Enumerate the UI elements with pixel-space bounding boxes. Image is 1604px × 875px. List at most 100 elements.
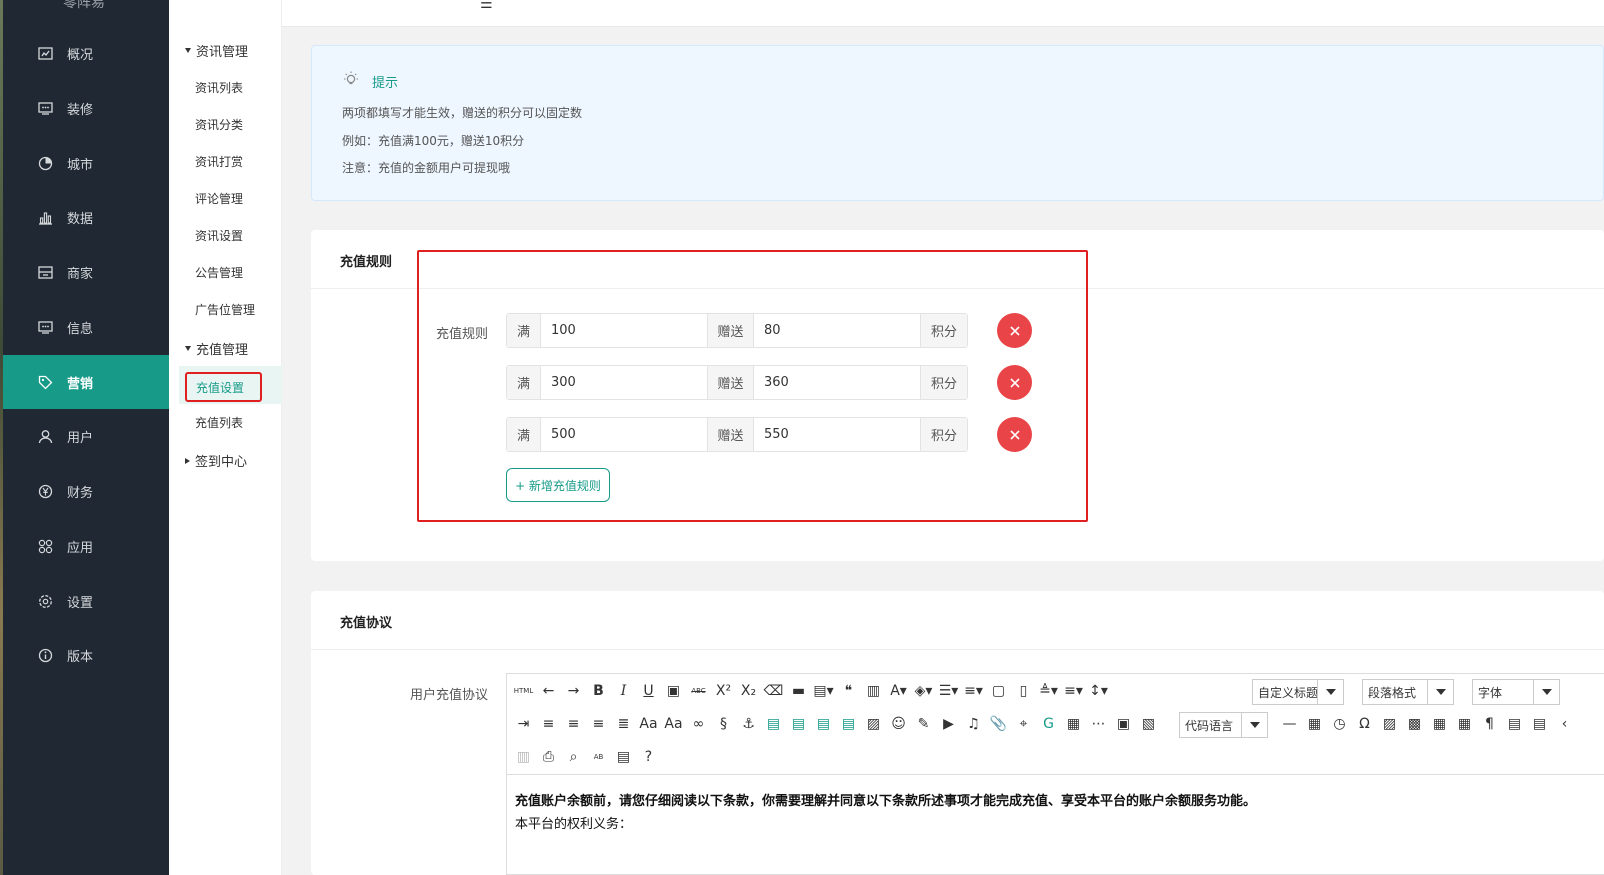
font-border-icon[interactable]: ▣ — [661, 680, 686, 702]
nav-item-decorate[interactable]: 装修 — [3, 81, 169, 135]
nav-item-data[interactable]: 数据 — [3, 190, 169, 244]
background-icon[interactable]: ▧ — [1136, 713, 1161, 735]
scrawl-icon[interactable]: ✎ — [911, 713, 936, 735]
image-left-icon[interactable]: ▤ — [786, 713, 811, 735]
print-icon[interactable]: ⎙ — [536, 746, 561, 768]
help-icon[interactable]: ? — [636, 746, 661, 768]
time-icon[interactable]: ◷ — [1327, 713, 1352, 735]
align-left-icon[interactable]: ≡ — [536, 713, 561, 735]
page-break-icon[interactable]: ⋯ — [1086, 713, 1111, 735]
attachment-icon[interactable]: 📎 — [986, 713, 1011, 735]
delete-table-icon[interactable]: ▦ — [1452, 713, 1477, 735]
undo-icon[interactable]: ← — [536, 680, 561, 702]
nav-item-city[interactable]: 城市 — [3, 136, 169, 190]
chart-icon[interactable]: ▥ — [511, 746, 536, 768]
unordered-list-icon[interactable]: ≡▾ — [961, 680, 986, 702]
paragraph-format-select[interactable]: 段落格式 — [1362, 679, 1454, 705]
ordered-list-icon[interactable]: ☰▾ — [936, 680, 961, 702]
submenu-item-notices[interactable]: 公告管理 — [195, 264, 243, 281]
select-all-icon[interactable]: ▢ — [986, 680, 1011, 702]
special-chars-icon[interactable]: Ω — [1352, 713, 1377, 735]
blockquote-icon[interactable]: ❝ — [836, 680, 861, 702]
paste-plain-icon[interactable]: ▥ — [861, 680, 886, 702]
superscript-icon[interactable]: X² — [711, 680, 736, 702]
submenu-item-comments[interactable]: 评论管理 — [195, 190, 243, 207]
align-justify-icon[interactable]: ≣ — [611, 713, 636, 735]
nav-item-apps[interactable]: 应用 — [3, 519, 169, 573]
align-center-icon[interactable]: ≡ — [561, 713, 586, 735]
drafts-icon[interactable]: ▤ — [611, 746, 636, 768]
spellcheck-icon[interactable]: AB — [586, 746, 611, 768]
insert-frame-icon[interactable]: ▦ — [1061, 713, 1086, 735]
eraser-icon[interactable]: ⌫ — [761, 680, 786, 702]
nav-item-info[interactable]: 信息 — [3, 300, 169, 354]
rich-text-editor[interactable]: HTML ← → B I U ▣ ABC X² X₂ ⌫ ▬ ▤▾ ❝ ▥ A▾… — [506, 673, 1604, 875]
submenu-group-recharge[interactable]: 充值管理 — [185, 339, 248, 358]
emoji-icon[interactable]: ☺ — [886, 713, 911, 735]
auto-typeset-icon[interactable]: ▤▾ — [811, 680, 836, 702]
clear-doc-icon[interactable]: ▯ — [1011, 680, 1036, 702]
insert-video-icon[interactable]: ▶ — [936, 713, 961, 735]
format-painter-icon[interactable]: ▬ — [786, 680, 811, 702]
preview-icon[interactable]: ⌕ — [561, 746, 586, 768]
map-icon[interactable]: ⌖ — [1011, 713, 1036, 735]
image-none-icon[interactable]: ▤ — [761, 713, 786, 735]
custom-title-select[interactable]: 自定义标题 — [1252, 679, 1344, 705]
insert-paragraph-icon[interactable]: ¶ — [1477, 713, 1502, 735]
redo-icon[interactable]: → — [561, 680, 586, 702]
nav-item-marketing[interactable]: 营销 — [3, 355, 169, 409]
bold-icon[interactable]: B — [586, 680, 611, 702]
font-family-select[interactable]: 字体 — [1472, 679, 1560, 705]
row-spacing-top-icon[interactable]: ≜▾ — [1036, 680, 1061, 702]
horizontal-rule-icon[interactable]: — — [1277, 713, 1302, 735]
nav-item-merchant[interactable]: 商家 — [3, 245, 169, 299]
italic-icon[interactable]: I — [611, 680, 636, 702]
menu-toggle-icon[interactable]: ☰ — [480, 0, 493, 12]
lowercase-icon[interactable]: Aa — [661, 713, 686, 735]
submenu-item-news-settings[interactable]: 资讯设置 — [195, 227, 243, 244]
nav-item-overview[interactable]: 概况 — [3, 26, 169, 80]
nav-item-version[interactable]: 版本 — [3, 628, 169, 682]
submenu-group-news[interactable]: 资讯管理 — [185, 41, 248, 60]
music-icon[interactable]: ♫ — [961, 713, 986, 735]
align-right-icon[interactable]: ≡ — [586, 713, 611, 735]
strikethrough-icon[interactable]: ABC — [686, 680, 711, 702]
image-center-icon[interactable]: ▤ — [836, 713, 861, 735]
uppercase-icon[interactable]: Aa — [636, 713, 661, 735]
caret-right-icon — [185, 457, 190, 464]
indent-icon[interactable]: ⇥ — [511, 713, 536, 735]
editor-toolbar-row: — ▦ ◷ Ω ▨ ▩ ▦ ▦ ¶ ▤ ▤ ‹ — [1277, 712, 1577, 736]
insert-image-icon[interactable]: ▨ — [861, 713, 886, 735]
more-icon[interactable]: ‹ — [1552, 713, 1577, 735]
background-color-icon[interactable]: ◈▾ — [911, 680, 936, 702]
submenu-item-news-reward[interactable]: 资讯打赏 — [195, 153, 243, 170]
snapscreen-icon[interactable]: ▨ — [1377, 713, 1402, 735]
subscript-icon[interactable]: X₂ — [736, 680, 761, 702]
insert-row-icon[interactable]: ▤ — [1502, 713, 1527, 735]
nav-item-settings[interactable]: 设置 — [3, 574, 169, 628]
link-icon[interactable]: ∞ — [686, 713, 711, 735]
anchor-icon[interactable]: ⚓ — [736, 713, 761, 735]
html-source-icon[interactable]: HTML — [511, 680, 536, 702]
google-map-icon[interactable]: G — [1036, 713, 1061, 735]
nav-item-finance[interactable]: 财务 — [3, 464, 169, 518]
submenu-item-recharge-settings[interactable]: 充值设置 — [185, 372, 262, 402]
insert-table-icon[interactable]: ▦ — [1427, 713, 1452, 735]
image-right-icon[interactable]: ▤ — [811, 713, 836, 735]
submenu-item-news-category[interactable]: 资讯分类 — [195, 116, 243, 133]
line-height-icon[interactable]: ↕▾ — [1086, 680, 1111, 702]
submenu-item-recharge-list[interactable]: 充值列表 — [195, 414, 243, 431]
word-image-icon[interactable]: ▩ — [1402, 713, 1427, 735]
nav-item-user[interactable]: 用户 — [3, 409, 169, 463]
delete-row-icon[interactable]: ▤ — [1527, 713, 1552, 735]
submenu-item-news-list[interactable]: 资讯列表 — [195, 79, 243, 96]
submenu-item-ad-slots[interactable]: 广告位管理 — [195, 301, 255, 318]
code-language-select[interactable]: 代码语言 — [1179, 712, 1268, 738]
font-color-icon[interactable]: A▾ — [886, 680, 911, 702]
submenu-group-checkin[interactable]: 签到中心 — [185, 451, 247, 470]
template-icon[interactable]: ▣ — [1111, 713, 1136, 735]
unlink-icon[interactable]: § — [711, 713, 736, 735]
row-spacing-bottom-icon[interactable]: ≡▾ — [1061, 680, 1086, 702]
date-icon[interactable]: ▦ — [1302, 713, 1327, 735]
underline-icon[interactable]: U — [636, 680, 661, 702]
